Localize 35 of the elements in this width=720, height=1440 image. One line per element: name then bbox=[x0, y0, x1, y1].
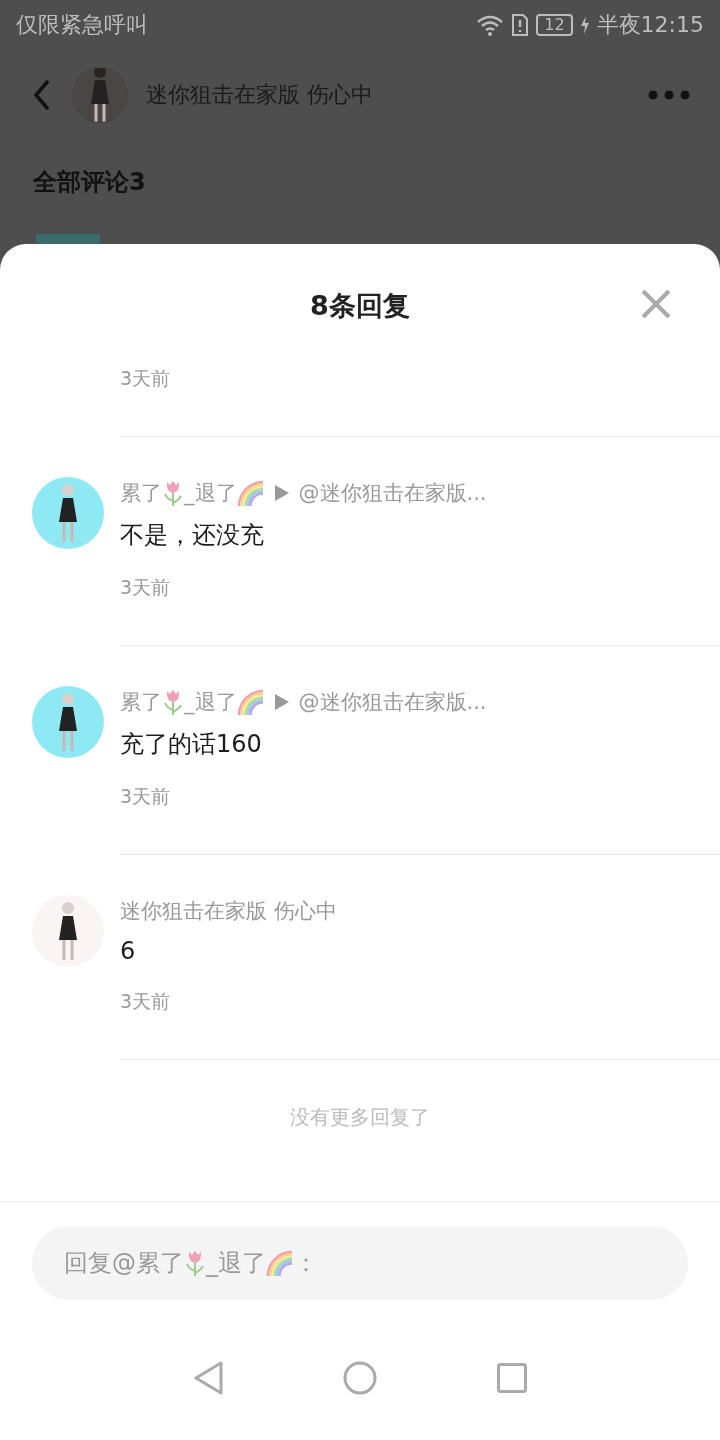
more-button[interactable] bbox=[648, 90, 690, 100]
back-icon[interactable] bbox=[193, 1361, 223, 1395]
play-icon bbox=[274, 485, 289, 501]
wifi-icon bbox=[476, 14, 505, 36]
charging-icon bbox=[580, 16, 589, 34]
play-icon bbox=[274, 694, 289, 710]
clock-text: 半夜12:15 bbox=[596, 11, 704, 39]
comments-heading: 全部评论3 bbox=[32, 167, 147, 198]
tulip-icon bbox=[162, 688, 184, 716]
reply-time: 3天前 bbox=[120, 575, 172, 600]
reply-text: 6 bbox=[120, 937, 137, 965]
author-name[interactable]: 累了 _退了 bbox=[120, 688, 265, 716]
rainbow-icon bbox=[266, 1250, 294, 1276]
author-name[interactable]: 累了 _退了 bbox=[120, 479, 265, 507]
sheet-title: 8条回复 bbox=[310, 289, 410, 323]
recents-icon[interactable] bbox=[497, 1363, 527, 1393]
reply-text: 不是，还没充 bbox=[120, 520, 265, 551]
end-note: 没有更多回复了 bbox=[290, 1104, 430, 1131]
home-icon[interactable] bbox=[343, 1361, 377, 1395]
tulip-icon bbox=[184, 1249, 206, 1277]
tulip-icon bbox=[162, 479, 184, 507]
reply-target[interactable]: @迷你狙击在家版... bbox=[298, 479, 487, 507]
sim-icon bbox=[512, 14, 529, 36]
reply-time: 3天前 bbox=[120, 784, 172, 809]
reply-text: 充了的话160 bbox=[120, 729, 263, 760]
reply-field[interactable]: 回复@累了 _退了 ： bbox=[32, 1226, 688, 1300]
carrier-text: 仅限紧急呼叫 bbox=[16, 11, 148, 39]
reply-time: 3天前 bbox=[120, 989, 172, 1014]
reply-time: 3天前 bbox=[120, 366, 172, 391]
battery-indicator: 12 bbox=[536, 14, 573, 36]
placeholder-text: 回复@累了 _退了 ： bbox=[64, 1248, 318, 1279]
reply-target[interactable]: @迷你狙击在家版... bbox=[298, 688, 487, 716]
author-name[interactable]: 迷你狙击在家版 伤心中 bbox=[120, 897, 337, 925]
rainbow-icon bbox=[236, 689, 265, 715]
rainbow-icon bbox=[236, 480, 265, 506]
